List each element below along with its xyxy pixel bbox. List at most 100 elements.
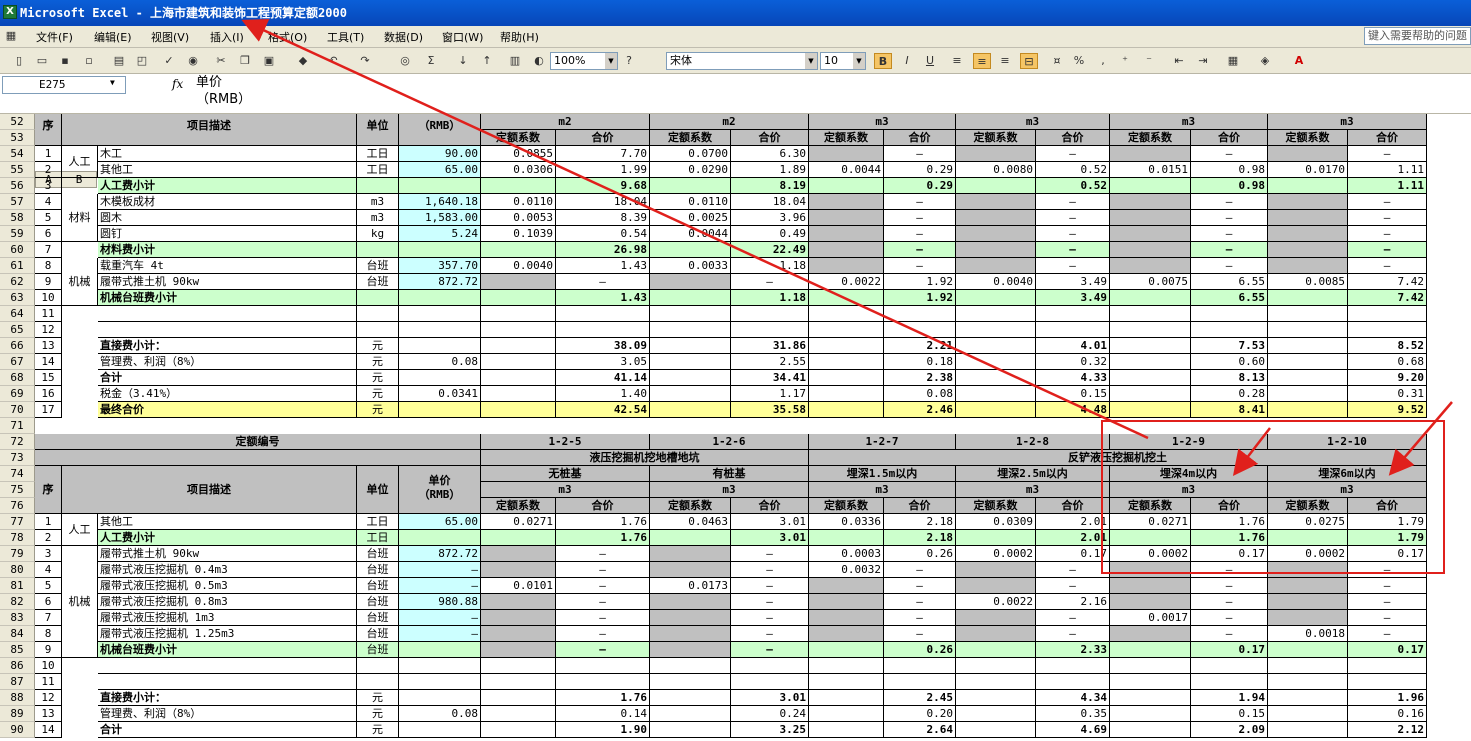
grid-cell[interactable]: 90.00	[399, 146, 481, 162]
grid-cell[interactable]: –	[1348, 226, 1427, 242]
grid-cell[interactable]: 液压挖掘机挖地槽地坑	[481, 450, 809, 466]
grid-cell[interactable]: –	[556, 546, 650, 562]
grid-cell[interactable]: 4.48	[1036, 402, 1110, 418]
grid-cell[interactable]: 0.17	[1036, 546, 1110, 562]
grid-cell[interactable]: 1.94	[1191, 690, 1268, 706]
grid-cell[interactable]: 31.86	[731, 338, 809, 354]
grid-cell[interactable]: 管理费、利润（8%）	[98, 354, 357, 370]
grid-cell[interactable]: 台班	[357, 274, 399, 290]
grid-cell[interactable]: 埋深1.5m以内	[809, 466, 956, 482]
grid-cell[interactable]: 定额系数	[481, 498, 556, 514]
grid-cell[interactable]: 机械	[62, 258, 98, 306]
grid-cell[interactable]: 1.11	[1348, 162, 1427, 178]
grid-cell[interactable]	[956, 178, 1036, 194]
menu-format[interactable]: 格式(O)	[268, 29, 307, 45]
grid-cell[interactable]	[809, 674, 884, 690]
grid-cell[interactable]	[481, 546, 556, 562]
row-header[interactable]: 54	[0, 146, 35, 162]
grid-cell[interactable]	[809, 594, 884, 610]
grid-cell[interactable]: –	[1036, 210, 1110, 226]
grid-cell[interactable]: –	[1348, 562, 1427, 578]
row-header[interactable]: 89	[0, 706, 35, 722]
grid-cell[interactable]	[956, 578, 1036, 594]
grid-cell[interactable]: 3.25	[731, 722, 809, 738]
grid-cell[interactable]	[731, 306, 809, 322]
grid-cell[interactable]: 0.17	[1191, 642, 1268, 658]
grid-cell[interactable]: 合价	[731, 498, 809, 514]
row-header[interactable]: 59	[0, 226, 35, 242]
grid-cell[interactable]: –	[1348, 146, 1427, 162]
grid-cell[interactable]: 6.30	[731, 146, 809, 162]
grid-cell[interactable]: –	[1036, 562, 1110, 578]
grid-cell[interactable]	[481, 674, 556, 690]
grid-cell[interactable]: 材料费小计	[98, 242, 357, 258]
fx-icon[interactable]: fx	[172, 77, 183, 91]
row-header[interactable]: 88	[0, 690, 35, 706]
grid-cell[interactable]: 合价	[1348, 130, 1427, 146]
decrease-decimal-icon[interactable]: ⁻	[1142, 53, 1156, 69]
grid-cell[interactable]	[399, 290, 481, 306]
grid-cell[interactable]	[399, 306, 481, 322]
print-preview-icon[interactable]: ◰	[135, 53, 149, 69]
grid-cell[interactable]: –	[1191, 226, 1268, 242]
row-header[interactable]: 58	[0, 210, 35, 226]
grid-cell[interactable]: –	[1348, 594, 1427, 610]
row-header[interactable]: 65	[0, 322, 35, 338]
grid-cell[interactable]: 0.0290	[650, 162, 731, 178]
grid-cell[interactable]	[481, 322, 556, 338]
grid-cell[interactable]: 机械台班费小计	[98, 642, 357, 658]
grid-cell[interactable]: –	[556, 610, 650, 626]
grid-cell[interactable]: 定额系数	[1268, 498, 1348, 514]
currency-icon[interactable]: ¤	[1050, 53, 1064, 69]
grid-cell[interactable]	[809, 210, 884, 226]
grid-cell[interactable]: 人工	[62, 514, 98, 546]
grid-cell[interactable]: –	[884, 610, 956, 626]
grid-cell[interactable]	[1268, 226, 1348, 242]
grid-cell[interactable]: m3	[956, 482, 1110, 498]
grid-cell[interactable]	[809, 578, 884, 594]
grid-cell[interactable]	[809, 146, 884, 162]
grid-cell[interactable]: 7.70	[556, 146, 650, 162]
grid-cell[interactable]	[1268, 642, 1348, 658]
grid-cell[interactable]	[1110, 242, 1191, 258]
grid-cell[interactable]: 0.29	[884, 178, 956, 194]
grid-cell[interactable]: 元	[357, 370, 399, 386]
grid-cell[interactable]: 2.09	[1191, 722, 1268, 738]
grid-cell[interactable]: m3	[481, 482, 650, 498]
grid-cell[interactable]: 1.18	[731, 290, 809, 306]
grid-cell[interactable]	[650, 706, 731, 722]
grid-cell[interactable]: 1-2-5	[481, 434, 650, 450]
grid-cell[interactable]: 定额系数	[650, 498, 731, 514]
row-header[interactable]: 53	[0, 130, 35, 146]
grid-cell[interactable]	[556, 306, 650, 322]
grid-cell[interactable]	[809, 258, 884, 274]
grid-cell[interactable]: 8	[35, 626, 62, 642]
grid-cell[interactable]	[1268, 578, 1348, 594]
grid-cell[interactable]: 人工费小计	[98, 530, 357, 546]
grid-cell[interactable]	[1191, 322, 1268, 338]
grid-cell[interactable]: –	[1348, 242, 1427, 258]
grid-cell[interactable]: 2.55	[731, 354, 809, 370]
grid-cell[interactable]: 履带式推土机 90kw	[98, 274, 357, 290]
grid-cell[interactable]	[650, 642, 731, 658]
grid-cell[interactable]: –	[399, 578, 481, 594]
grid-cell[interactable]: 台班	[357, 562, 399, 578]
grid-cell[interactable]: 1-2-8	[956, 434, 1110, 450]
grid-cell[interactable]: –	[884, 194, 956, 210]
grid-cell[interactable]: m3	[650, 482, 809, 498]
grid-cell[interactable]: 工日	[357, 162, 399, 178]
grid-cell[interactable]: 9.52	[1348, 402, 1427, 418]
grid-cell[interactable]: –	[884, 146, 956, 162]
grid-cell[interactable]: 0.0003	[809, 546, 884, 562]
grid-cell[interactable]	[1348, 674, 1427, 690]
row-header[interactable]: 57	[0, 194, 35, 210]
grid-cell[interactable]: 合价	[1191, 498, 1268, 514]
grid-cell[interactable]: 台班	[357, 594, 399, 610]
row-header[interactable]: 77	[0, 514, 35, 530]
grid-cell[interactable]: 合计	[98, 370, 357, 386]
grid-cell[interactable]: 4.33	[1036, 370, 1110, 386]
increase-decimal-icon[interactable]: ⁺	[1118, 53, 1132, 69]
grid-cell[interactable]: 2.33	[1036, 642, 1110, 658]
grid-cell[interactable]: 直接费小计：	[98, 690, 357, 706]
grid-cell[interactable]	[1110, 338, 1191, 354]
